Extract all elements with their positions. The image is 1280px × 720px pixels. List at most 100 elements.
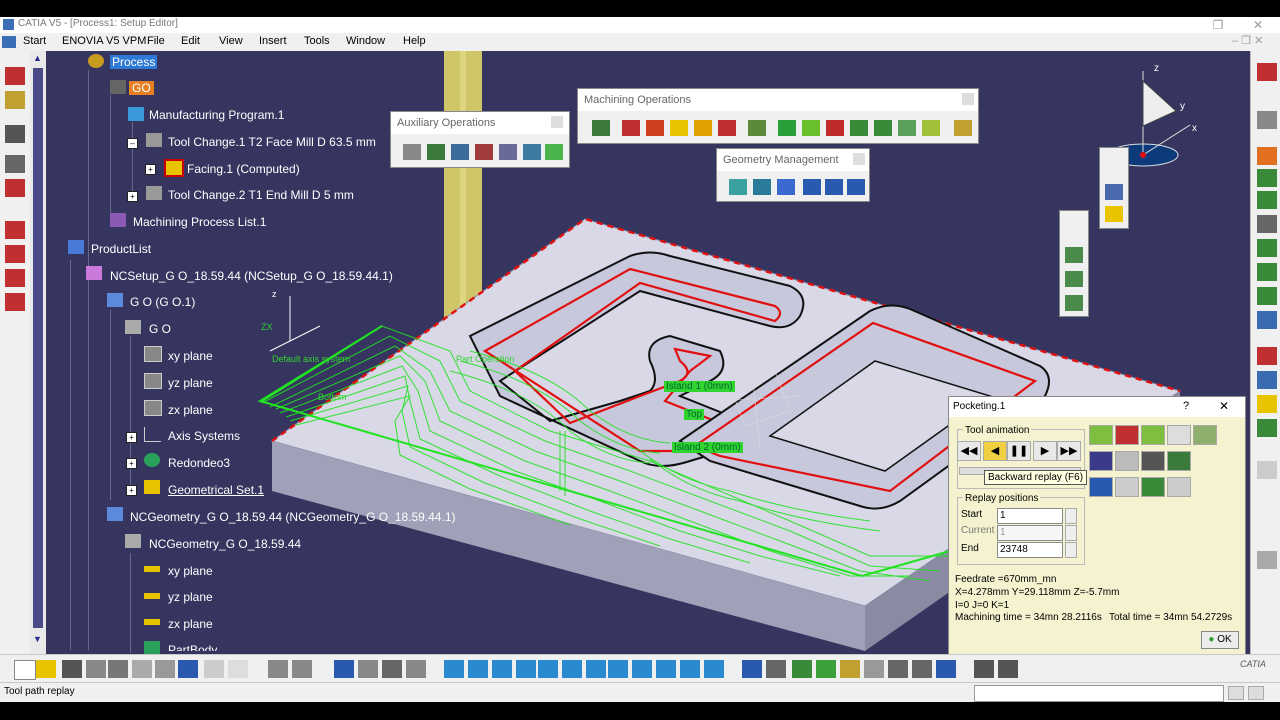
machining-op-icon[interactable] (778, 120, 796, 136)
aux-tool-icon[interactable] (523, 144, 541, 160)
tool-icon[interactable] (936, 660, 956, 678)
tree-node-facing[interactable]: Facing.1 (Computed) (187, 162, 300, 176)
toolpath-display-icon[interactable] (1115, 425, 1139, 445)
tool-icon[interactable] (1257, 215, 1277, 233)
machining-op-icon[interactable] (874, 120, 892, 136)
end-stepper[interactable] (1065, 542, 1077, 558)
tree-node-yz-plane[interactable]: yz plane (168, 376, 213, 390)
hide-show-icon[interactable] (656, 660, 676, 678)
fit-all-icon[interactable] (468, 660, 488, 678)
tool-icon[interactable] (1257, 263, 1277, 281)
tool-icon[interactable] (1257, 191, 1277, 209)
menu-edit[interactable]: Edit (181, 35, 200, 47)
mini-tool-icon[interactable] (1065, 295, 1083, 311)
fast-forward-button[interactable]: ▶▶ (1057, 441, 1081, 461)
views-icon[interactable] (608, 660, 628, 678)
machining-op-icon[interactable] (748, 120, 766, 136)
machining-op-icon[interactable] (954, 120, 972, 136)
undo-icon[interactable] (178, 660, 198, 678)
close-window-button[interactable]: ✕ (1238, 17, 1278, 33)
manufacturing-icon[interactable] (5, 67, 25, 85)
geometry-tool-icon[interactable] (825, 179, 843, 195)
analysis-icon[interactable] (1115, 477, 1139, 497)
toolpath-display-icon[interactable] (1089, 425, 1113, 445)
tool-icon[interactable] (998, 660, 1018, 678)
tree-icon[interactable] (358, 660, 378, 678)
menu-view[interactable]: View (219, 35, 243, 47)
swap-space-icon[interactable] (680, 660, 700, 678)
machining-op-icon[interactable] (670, 120, 688, 136)
current-stepper[interactable] (1065, 525, 1077, 541)
analysis-icon[interactable] (1167, 477, 1191, 497)
scroll-up-icon[interactable]: ▲ (33, 53, 42, 63)
tool-icon[interactable] (912, 660, 932, 678)
toolbar-close-icon[interactable] (962, 93, 974, 105)
tool-icon[interactable] (5, 293, 25, 311)
machining-op-icon[interactable] (718, 120, 736, 136)
screen-icon[interactable] (704, 660, 724, 678)
tree-node-tool-change-1[interactable]: Tool Change.1 T2 Face Mill D 63.5 mm (168, 135, 376, 149)
tool-icon[interactable] (1257, 287, 1277, 305)
copy-icon[interactable] (132, 660, 152, 678)
redo-icon[interactable] (204, 660, 224, 678)
comment-icon[interactable] (292, 660, 312, 678)
display-mode-icon[interactable] (1089, 451, 1113, 471)
tree-node-go[interactable]: GO (129, 81, 154, 95)
tree-node-ncgeometry[interactable]: NCGeometry_G O_18.59.44 (NCGeometry_G O_… (130, 510, 455, 524)
expand-icon[interactable]: + (126, 432, 137, 443)
tool-icon[interactable] (1257, 371, 1277, 389)
tree-node-zx-plane-2[interactable]: zx plane (168, 617, 213, 631)
zoom-in-icon[interactable] (538, 660, 558, 678)
toolpath-display-icon[interactable] (1193, 425, 1217, 445)
toolpath-display-icon[interactable] (1167, 425, 1191, 445)
tool-icon[interactable] (974, 660, 994, 678)
menu-insert[interactable]: Insert (259, 35, 287, 47)
machining-op-icon[interactable] (592, 120, 610, 136)
tree-node-redondeo3[interactable]: Redondeo3 (168, 456, 230, 470)
save-icon[interactable] (62, 660, 82, 678)
tool-icon[interactable] (1257, 169, 1277, 187)
aux-tool-icon[interactable] (451, 144, 469, 160)
tree-node-yz-plane-2[interactable]: yz plane (168, 590, 213, 604)
scrollbar-thumb[interactable] (33, 68, 43, 628)
display-mode-icon[interactable] (1167, 451, 1191, 471)
backward-replay-button[interactable]: ◀ (983, 441, 1007, 461)
ok-button[interactable]: ● OK (1201, 631, 1239, 649)
tool-icon[interactable] (5, 221, 25, 239)
tool-icon[interactable] (406, 660, 426, 678)
table-icon[interactable] (334, 660, 354, 678)
tool-icon[interactable] (5, 125, 25, 143)
tree-node-product-list[interactable]: ProductList (91, 242, 151, 256)
dialog-close-button[interactable]: ✕ (1219, 399, 1229, 413)
tree-node-go-part[interactable]: G O (G O.1) (130, 295, 195, 309)
print-icon[interactable] (86, 660, 106, 678)
mini-tool-icon[interactable] (1065, 271, 1083, 287)
restore-button[interactable]: ❐ (1198, 17, 1238, 33)
tool-icon[interactable] (1257, 239, 1277, 257)
tree-node-ncsetup[interactable]: NCSetup_G O_18.59.44 (NCSetup_G O_18.59.… (110, 269, 393, 283)
machining-op-icon[interactable] (898, 120, 916, 136)
toolpath-display-icon[interactable] (1141, 425, 1165, 445)
tree-node-zx-plane[interactable]: zx plane (168, 403, 213, 417)
status-icon[interactable] (1228, 686, 1244, 700)
render-style-icon[interactable] (632, 660, 652, 678)
video-icon[interactable] (1089, 477, 1113, 497)
tool-icon[interactable] (5, 245, 25, 263)
tool-icon[interactable] (5, 179, 25, 197)
tree-node-geometrical-set[interactable]: Geometrical Set.1 (168, 483, 264, 497)
toolbar-close-icon[interactable] (551, 116, 563, 128)
machining-op-icon[interactable] (694, 120, 712, 136)
fly-icon[interactable] (444, 660, 464, 678)
mini-tool-icon[interactable] (1105, 184, 1123, 200)
doc-window-controls[interactable]: – ❐ ✕ (1232, 34, 1263, 47)
tree-node-manufacturing-program[interactable]: Manufacturing Program.1 (149, 108, 284, 122)
start-stepper[interactable] (1065, 508, 1077, 524)
menu-tools[interactable]: Tools (304, 35, 330, 47)
aux-tool-icon[interactable] (427, 144, 445, 160)
tool-icon[interactable] (5, 269, 25, 287)
tree-node-xy-plane[interactable]: xy plane (168, 349, 213, 363)
tool-icon[interactable] (1257, 347, 1277, 365)
mini-tool-icon[interactable] (1065, 247, 1083, 263)
aux-tool-icon[interactable] (499, 144, 517, 160)
machining-op-icon[interactable] (646, 120, 664, 136)
